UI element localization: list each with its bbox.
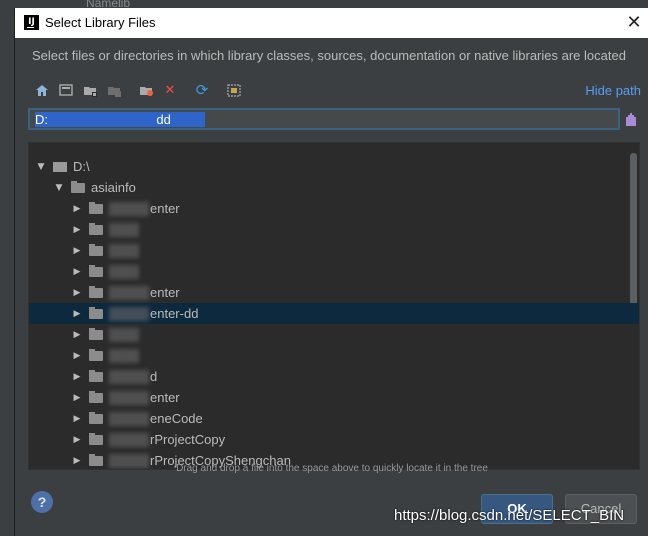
tree-row[interactable]: ▶ [29,324,639,345]
tree-row[interactable]: ▶ eneCode [29,408,639,429]
collapsed-arrow-icon[interactable]: ▶ [71,435,83,445]
redacted-text [109,285,149,300]
collapsed-arrow-icon[interactable]: ▶ [71,246,83,256]
tree-row[interactable]: ▶ enter [29,387,639,408]
collapsed-arrow-icon[interactable]: ▶ [71,309,83,319]
tree-row-label: enter [150,390,180,405]
folder-icon [89,327,103,340]
tree-row-label: eneCode [150,411,203,426]
desktop-icon[interactable] [57,81,75,99]
tree-row-label: rProjectCopy [150,432,226,447]
title-bar: IJ Select Library Files ✕ [15,8,648,38]
path-field[interactable] [28,108,620,130]
tree-row[interactable]: ▶ [29,261,639,282]
tree-row-label: enter [150,285,180,300]
path-input[interactable] [30,110,618,128]
tree-row-label: asiainfo [91,180,136,195]
tree-row[interactable]: ▼ D:\ [29,156,635,177]
redacted-text [109,243,139,258]
expanded-arrow-icon[interactable]: ▼ [35,162,47,172]
folder-icon [89,243,103,256]
collapsed-arrow-icon[interactable]: ▶ [71,393,83,403]
redacted-text [109,390,149,405]
help-button[interactable]: ? [31,491,53,513]
delete-icon[interactable]: ✕ [161,81,179,99]
collapsed-arrow-icon[interactable]: ▶ [71,330,83,340]
collapsed-arrow-icon[interactable]: ▶ [71,204,83,214]
tree-row-label: enter [150,201,180,216]
hide-path-link[interactable]: Hide path [585,83,641,98]
close-icon[interactable]: ✕ [623,12,645,34]
select-library-files-dialog: IJ Select Library Files ✕ Select files o… [14,8,648,536]
collapsed-arrow-icon[interactable]: ▶ [71,288,83,298]
folder-icon [89,222,103,235]
folder-icon [89,390,103,403]
dialog-description: Select files or directories in which lib… [32,48,626,63]
folder-icon [89,348,103,361]
show-hidden-icon[interactable] [225,81,243,99]
folder-icon [89,264,103,277]
folder-icon [89,306,103,319]
tree-row[interactable]: ▶ enter-dd [29,303,639,324]
new-folder-icon[interactable] [137,81,155,99]
path-history-icon[interactable] [625,113,637,127]
redacted-text [109,201,149,216]
collapsed-arrow-icon[interactable]: ▶ [71,267,83,277]
redacted-text [109,411,149,426]
tree-row[interactable]: ▶ [29,240,639,261]
drag-drop-hint: Drag and drop a file into the space abov… [176,463,488,474]
tree-row[interactable]: ▶ rProjectCopy [29,429,639,450]
folder-icon [71,180,85,193]
folder-icon [89,432,103,445]
module-folder-icon[interactable] [105,81,123,99]
project-folder-icon[interactable] [81,81,99,99]
home-icon[interactable] [33,81,51,99]
collapsed-arrow-icon[interactable]: ▶ [71,351,83,361]
tree-row[interactable]: ▶ enter [29,198,639,219]
folder-icon [89,411,103,424]
collapsed-arrow-icon[interactable]: ▶ [71,414,83,424]
tree-row[interactable]: ▶ [29,345,639,366]
tree-row[interactable]: ▶ d [29,366,639,387]
redacted-text [109,432,149,447]
redacted-text [109,369,149,384]
redacted-text [109,264,139,279]
redacted-text [109,348,139,363]
drive-icon [53,161,67,172]
folder-icon [89,369,103,382]
file-tree[interactable]: ▼ D:\ ▼ asiainfo ▶ enter ▶ ▶ ▶ ▶ enter ▶ enter-dd ▶ ▶ ▶… [28,142,640,470]
tree-row-label: D:\ [73,159,90,174]
tree-row-label: enter-dd [150,306,199,321]
folder-icon [89,201,103,214]
watermark: https://blog.csdn.net/SELECT_BIN [394,507,625,524]
tree-row[interactable]: ▼ asiainfo [29,177,639,198]
redacted-text [109,222,139,237]
redacted-text [109,306,149,321]
redacted-text [109,327,139,342]
tree-row-label: d [150,369,158,384]
intellij-app-icon: IJ [24,15,39,30]
folder-icon [89,285,103,298]
dialog-title: Select Library Files [45,15,156,30]
refresh-icon[interactable]: ⟳ [193,81,211,99]
collapsed-arrow-icon[interactable]: ▶ [71,372,83,382]
tree-row[interactable]: ▶ [29,219,639,240]
tree-row[interactable]: ▶ enter [29,282,639,303]
expanded-arrow-icon[interactable]: ▼ [53,183,65,193]
collapsed-arrow-icon[interactable]: ▶ [71,225,83,235]
